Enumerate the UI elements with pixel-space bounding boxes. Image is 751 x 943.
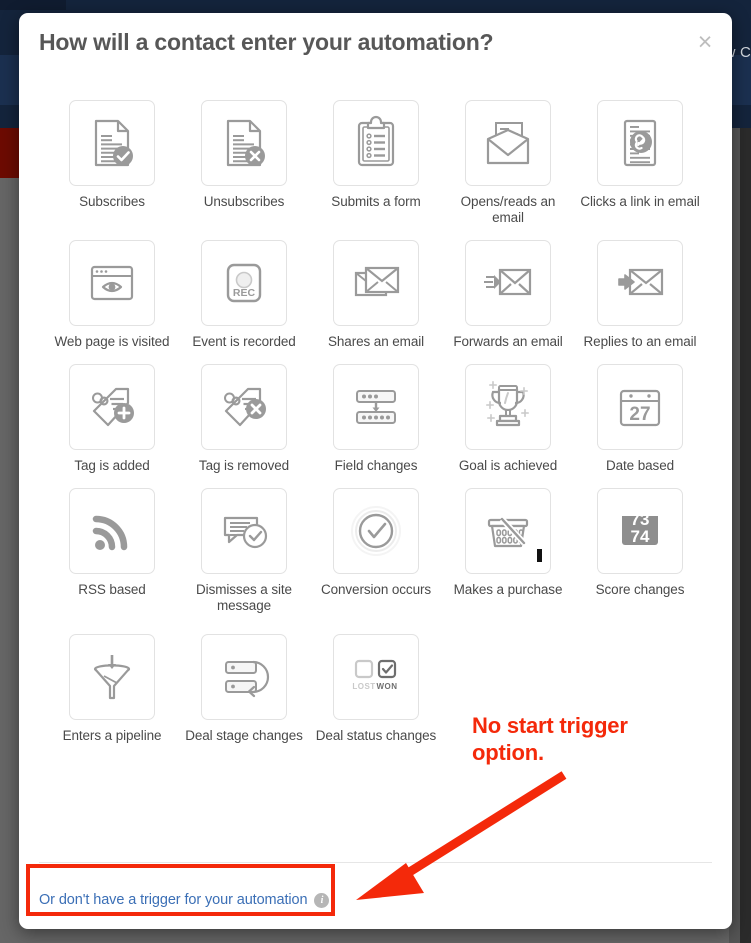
trigger-option-web-page-is-visited[interactable]: Web page is visited — [46, 240, 178, 350]
trigger-option-deal-status-changes[interactable]: LOST WON Deal status changes — [310, 634, 442, 744]
calendar-27-icon: 27 — [597, 364, 683, 450]
no-trigger-link[interactable]: Or don't have a trigger for your automat… — [39, 892, 330, 908]
score-73-74-icon: 73 74 — [597, 488, 683, 574]
trigger-option-replies-to-an-email[interactable]: Replies to an email — [574, 240, 706, 350]
trigger-option-label: Tag is removed — [198, 458, 290, 473]
background-right-edge-dark — [740, 128, 751, 943]
rss-icon — [69, 488, 155, 574]
trigger-option-tag-is-removed[interactable]: Tag is removed — [178, 364, 310, 474]
field-change-icon — [333, 364, 419, 450]
trigger-option-label: Submits a form — [331, 194, 421, 209]
trigger-option-label: Dismisses a site message — [196, 582, 292, 613]
trigger-option-label: Conversion occurs — [320, 582, 432, 597]
document-x-icon — [201, 100, 287, 186]
trigger-option-label: Field changes — [334, 458, 418, 473]
trigger-option-opens-reads-an-email[interactable]: Opens/reads an email — [442, 100, 574, 226]
svg-text:WON: WON — [376, 682, 397, 691]
clipboard-form-icon — [333, 100, 419, 186]
trigger-option-deal-stage-changes[interactable]: Deal stage changes — [178, 634, 310, 744]
share-envelopes-icon — [333, 240, 419, 326]
svg-text:74: 74 — [631, 527, 650, 546]
background-topbar-tab — [0, 0, 66, 10]
funnel-icon — [69, 634, 155, 720]
trigger-option-label: Web page is visited — [54, 334, 170, 349]
open-envelope-icon — [465, 100, 551, 186]
forward-envelope-icon — [465, 240, 551, 326]
trigger-option-field-changes[interactable]: Field changes — [310, 364, 442, 474]
deal-stage-icon — [201, 634, 287, 720]
trigger-option-label: Subscribes — [79, 194, 145, 209]
trigger-option-goal-is-achieved[interactable]: Goal is achieved — [442, 364, 574, 474]
trigger-option-submits-a-form[interactable]: Submits a form — [310, 100, 442, 226]
trigger-option-label: Goal is achieved — [458, 458, 558, 473]
trigger-option-event-is-recorded[interactable]: REC Event is recorded — [178, 240, 310, 350]
trigger-option-tag-is-added[interactable]: Tag is added — [46, 364, 178, 474]
browser-eye-icon — [69, 240, 155, 326]
footer-divider — [39, 862, 712, 863]
trigger-option-label: Opens/reads an email — [460, 194, 556, 225]
document-check-icon — [69, 100, 155, 186]
trigger-option-label: Score changes — [595, 582, 685, 597]
document-link-icon — [597, 100, 683, 186]
page-title: How will a contact enter your automation… — [39, 29, 494, 55]
trigger-option-score-changes[interactable]: 73 74 Score changes — [574, 488, 706, 614]
svg-text:27: 27 — [629, 404, 650, 425]
svg-text:LOST: LOST — [352, 682, 375, 691]
trigger-option-label: Deal status changes — [315, 728, 437, 743]
trigger-option-label: Clicks a link in email — [580, 194, 700, 209]
svg-text:REC: REC — [233, 287, 256, 299]
trigger-grid: Subscribes Unsubscribes Submits a form Open… — [46, 100, 706, 744]
conversion-check-icon — [333, 488, 419, 574]
trigger-option-clicks-a-link-in-email[interactable]: Clicks a link in email — [574, 100, 706, 226]
trigger-option-enters-a-pipeline[interactable]: Enters a pipeline — [46, 634, 178, 744]
tag-plus-icon — [69, 364, 155, 450]
trigger-option-makes-a-purchase[interactable]: Makes a purchase — [442, 488, 574, 614]
reply-envelope-icon — [597, 240, 683, 326]
info-icon[interactable]: i — [314, 892, 330, 908]
chat-check-icon — [201, 488, 287, 574]
trigger-option-label: Makes a purchase — [453, 582, 563, 597]
trigger-option-subscribes[interactable]: Subscribes — [46, 100, 178, 226]
trophy-icon — [465, 364, 551, 450]
tag-x-icon — [201, 364, 287, 450]
trigger-option-label: Tag is added — [74, 458, 150, 473]
trigger-option-label: Shares an email — [327, 334, 425, 349]
trigger-option-unsubscribes[interactable]: Unsubscribes — [178, 100, 310, 226]
lost-won-icon: LOST WON — [333, 634, 419, 720]
trigger-option-label: Enters a pipeline — [62, 728, 162, 743]
trigger-option-forwards-an-email[interactable]: Forwards an email — [442, 240, 574, 350]
trigger-option-rss-based[interactable]: RSS based — [46, 488, 178, 614]
trigger-option-date-based[interactable]: 27 Date based — [574, 364, 706, 474]
close-icon[interactable]: × — [692, 30, 718, 56]
rec-button-icon: REC — [201, 240, 287, 326]
trigger-option-label: Date based — [605, 458, 675, 473]
trigger-option-label: Event is recorded — [192, 334, 296, 349]
trigger-option-label: Forwards an email — [453, 334, 563, 349]
trigger-option-label: Replies to an email — [583, 334, 697, 349]
no-trigger-link-label: Or don't have a trigger for your automat… — [39, 892, 308, 908]
text-caret-artifact — [537, 549, 542, 562]
trigger-option-label: Deal stage changes — [185, 728, 303, 743]
trigger-option-dismisses-a-site-message[interactable]: Dismisses a site message — [178, 488, 310, 614]
trigger-option-shares-an-email[interactable]: Shares an email — [310, 240, 442, 350]
trigger-option-label: RSS based — [78, 582, 146, 597]
trigger-option-conversion-occurs[interactable]: Conversion occurs — [310, 488, 442, 614]
trigger-option-label: Unsubscribes — [203, 194, 285, 209]
automation-trigger-modal: How will a contact enter your automation… — [19, 13, 732, 929]
